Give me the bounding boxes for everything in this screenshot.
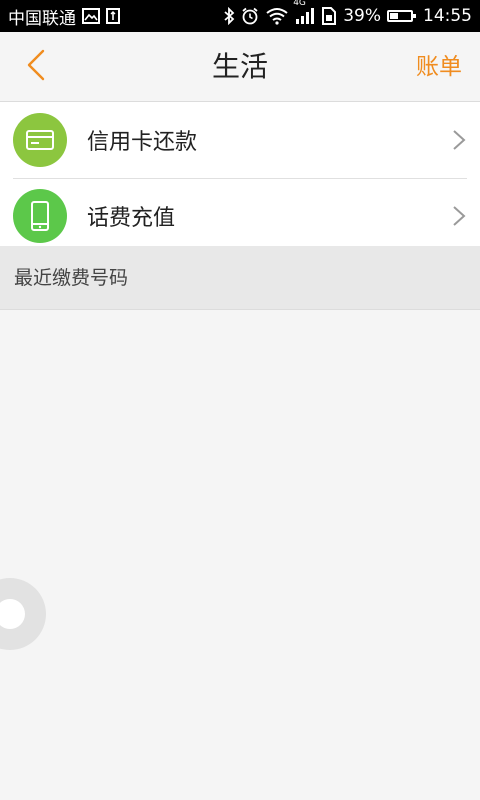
signal-icon: 4G — [293, 0, 315, 25]
recent-numbers-list — [0, 310, 480, 800]
gallery-icon — [82, 8, 100, 24]
bluetooth-icon — [223, 7, 235, 25]
list-item-label: 话费充值 — [87, 206, 176, 231]
battery-fill — [390, 13, 398, 19]
wifi-icon — [265, 7, 289, 25]
chevron-right-icon — [452, 205, 466, 227]
status-bar: 中国联通 4G 39% 14:55 — [0, 0, 480, 32]
nav-bar: 生活 账单 — [0, 32, 480, 102]
bill-button[interactable]: 账单 — [416, 32, 462, 102]
service-list: 信用卡还款 话费充值 — [0, 102, 480, 254]
usb-icon — [106, 8, 120, 24]
clock: 14:55 — [423, 6, 472, 26]
list-item-phone-recharge[interactable]: 话费充值 — [0, 178, 480, 254]
status-left: 中国联通 — [8, 4, 120, 29]
sim-icon — [321, 7, 337, 25]
alarm-icon — [241, 7, 259, 25]
screen: 中国联通 4G 39% 14:55 生活 账单 信用卡还款 话费充值 最近缴费号… — [0, 0, 480, 800]
list-item-credit-card-repayment[interactable]: 信用卡还款 — [0, 102, 480, 178]
network-type: 4G — [293, 0, 306, 8]
floating-assist-icon — [0, 599, 25, 629]
recent-payment-numbers-header: 最近缴费号码 — [0, 246, 480, 310]
carrier-name: 中国联通 — [8, 8, 76, 29]
credit-card-icon — [13, 113, 67, 167]
chevron-right-icon — [452, 129, 466, 151]
list-item-label: 信用卡还款 — [87, 130, 198, 155]
page-title: 生活 — [211, 50, 268, 83]
battery-percent: 39% — [343, 6, 381, 26]
status-right: 4G 39% 14:55 — [223, 0, 472, 26]
phone-icon — [13, 189, 67, 243]
battery-icon — [387, 10, 416, 22]
